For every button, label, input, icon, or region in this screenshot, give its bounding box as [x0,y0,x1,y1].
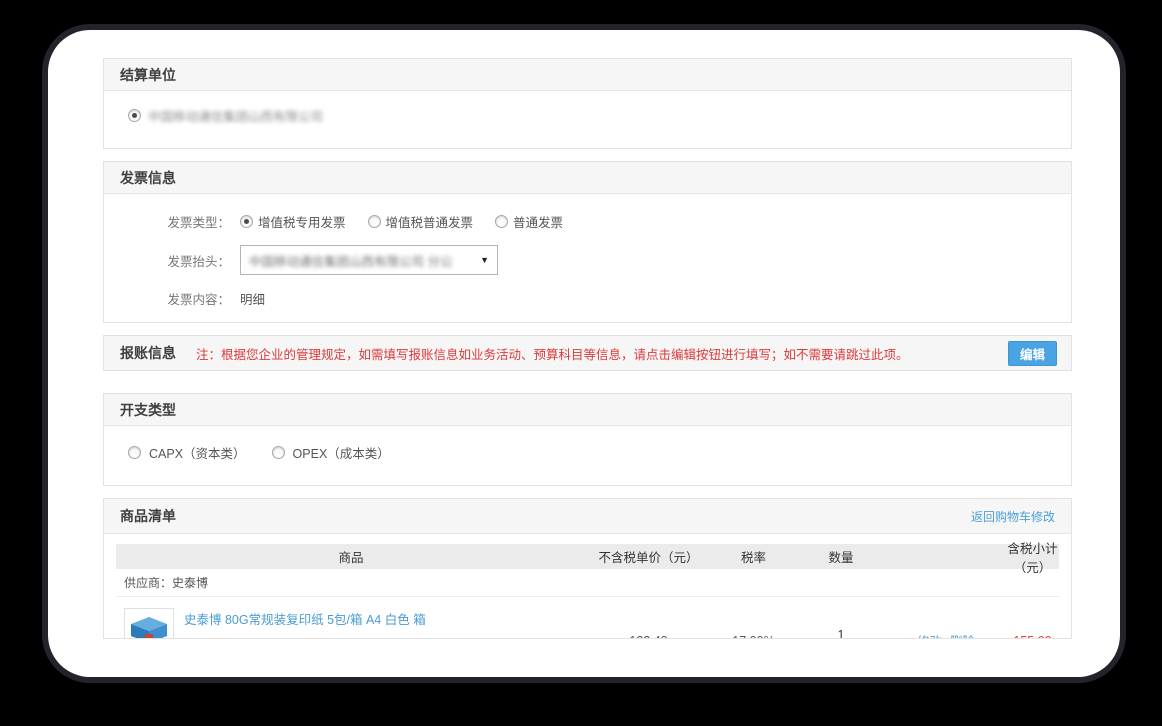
invoice-section: 发票信息 发票类型： 增值税专用发票 增值税普通发票 [103,161,1072,323]
settlement-title: 结算单位 [120,65,176,85]
reimburse-title: 报账信息 [120,343,176,363]
expense-section-header: 开支类型 [104,394,1071,426]
reimburse-section: 报账信息 注：根据您企业的管理规定，如需填写报账信息如业务活动、预算科目等信息，… [103,335,1072,371]
expense-option-capx[interactable]: CAPX（资本类） [128,443,246,462]
expense-option-opex[interactable]: OPEX（成本类） [272,443,390,462]
product-cell: 史泰博 80G常规装复印纸 5包/箱 A4 白色 箱 [116,608,586,640]
product-actions: 修改 删除 [886,631,1006,639]
product-unit-price: 132.48 [586,634,711,640]
products-section: 商品清单 返回购物车修改 商品 不含税单价（元） 税率 数量 含税小计（元） 供… [103,498,1072,639]
products-table-header: 商品 不含税单价（元） 税率 数量 含税小计（元） [116,544,1059,569]
settlement-body: 中国移动通信集团山西有限公司 [104,91,1071,148]
reimburse-note: 注：根据您企业的管理规定，如需填写报账信息如业务活动、预算科目等信息，请点击编辑… [196,344,1008,363]
expense-opex-radio[interactable] [272,446,285,459]
reimburse-edit-button[interactable]: 编辑 [1008,341,1057,366]
checkout-page: 结算单位 中国移动通信集团山西有限公司 发票信息 发票类型： [48,30,1120,677]
invoice-type-plain-radio[interactable] [495,215,508,228]
column-unit-price: 不含税单价（元） [586,547,711,566]
invoice-header-value: 中国移动通信集团山西有限公司 分公 [249,251,474,270]
settlement-option[interactable]: 中国移动通信集团山西有限公司 [128,106,323,125]
invoice-section-header: 发票信息 [104,162,1071,194]
expense-capx-radio[interactable] [128,446,141,459]
settlement-section-header: 结算单位 [104,59,1071,91]
expense-capx-label: CAPX（资本类） [149,443,246,462]
invoice-content-value: 明细 [240,289,265,308]
product-subtotal: 155.00 [1006,634,1059,640]
supplier-row: 供应商：史泰博 [116,569,1059,597]
product-edit-link[interactable]: 修改 [917,635,942,639]
expense-opex-label: OPEX（成本类） [293,443,390,462]
invoice-header-label: 发票抬头： [120,251,230,270]
supplier-label: 供应商：史泰博 [124,574,208,591]
column-tax-rate: 税率 [711,547,796,566]
invoice-header-dropdown[interactable]: 中国移动通信集团山西有限公司 分公 ▼ [240,245,498,275]
expense-section: 开支类型 CAPX（资本类） OPEX（成本类） [103,393,1072,486]
products-body: 商品 不含税单价（元） 税率 数量 含税小计（元） 供应商：史泰博 [104,534,1071,639]
product-title-link[interactable]: 史泰博 80G常规装复印纸 5包/箱 A4 白色 箱 [184,608,426,630]
invoice-header-row: 发票抬头： 中国移动通信集团山西有限公司 分公 ▼ [120,245,1055,275]
invoice-title: 发票信息 [120,168,176,188]
column-subtotal: 含税小计（元） [1006,538,1059,576]
invoice-type-normal-vat[interactable]: 增值税普通发票 [368,212,474,231]
invoice-body: 发票类型： 增值税专用发票 增值税普通发票 普通发票 [104,194,1071,322]
invoice-type-label: 发票类型： [120,212,230,231]
invoice-type-options: 增值税专用发票 增值税普通发票 普通发票 [240,212,563,231]
product-tax-rate: 17.00% [711,634,796,640]
invoice-content-row: 发票内容： 明细 [120,289,1055,308]
invoice-content-label: 发票内容： [120,289,230,308]
product-thumbnail[interactable] [124,608,174,640]
settlement-company-label: 中国移动通信集团山西有限公司 [148,106,323,125]
product-quantity: 1 [796,628,886,640]
products-section-header: 商品清单 返回购物车修改 [104,499,1071,534]
products-title: 商品清单 [120,506,176,526]
invoice-type-special-vat-label: 增值税专用发票 [258,212,346,231]
settlement-radio[interactable] [128,109,141,122]
product-delete-link[interactable]: 删除 [950,635,975,639]
dropdown-caret-icon: ▼ [480,255,489,265]
invoice-type-special-vat-radio[interactable] [240,215,253,228]
back-to-cart-link[interactable]: 返回购物车修改 [971,508,1055,525]
product-row: 史泰博 80G常规装复印纸 5包/箱 A4 白色 箱 132.48 17.00%… [116,597,1059,639]
invoice-type-normal-vat-radio[interactable] [368,215,381,228]
paper-box-icon [127,612,171,640]
invoice-type-normal-vat-label: 增值税普通发票 [386,212,474,231]
invoice-type-plain[interactable]: 普通发票 [495,212,563,231]
expense-title: 开支类型 [120,400,176,420]
column-quantity: 数量 [796,547,886,566]
expense-body: CAPX（资本类） OPEX（成本类） [104,426,1071,485]
checkout-content: 结算单位 中国移动通信集团山西有限公司 发票信息 发票类型： [48,30,1120,639]
column-product: 商品 [116,547,586,566]
invoice-type-row: 发票类型： 增值税专用发票 增值税普通发票 普通发票 [120,212,1055,231]
invoice-type-plain-label: 普通发票 [513,212,563,231]
settlement-section: 结算单位 中国移动通信集团山西有限公司 [103,58,1072,149]
invoice-type-special-vat[interactable]: 增值税专用发票 [240,212,346,231]
